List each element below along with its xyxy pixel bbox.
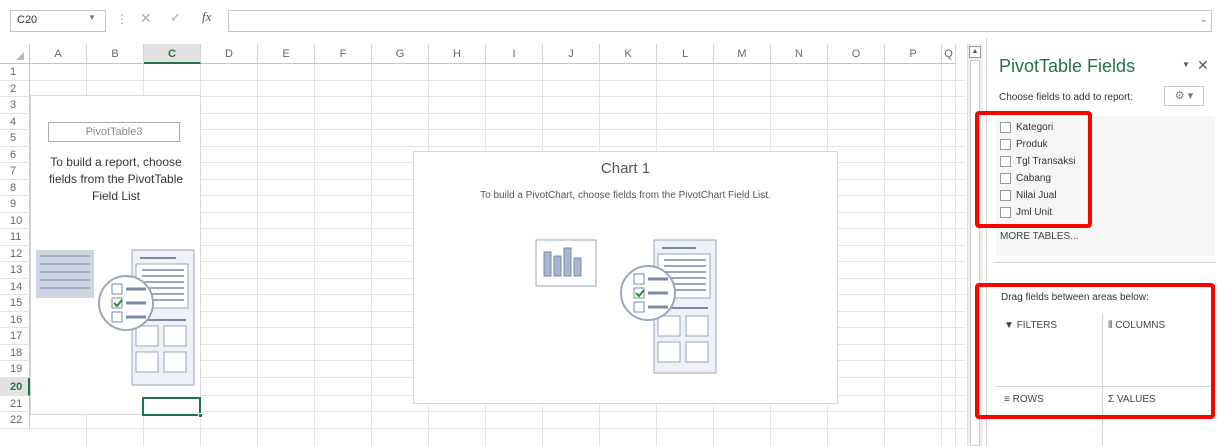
column-header[interactable]: D [201, 44, 258, 64]
select-all-icon [16, 52, 24, 60]
scroll-up-icon[interactable]: ▲ [969, 46, 981, 58]
row-header[interactable]: 8 [0, 179, 30, 196]
gridline-vertical [884, 64, 885, 446]
column-header[interactable]: E [258, 44, 315, 64]
formula-input[interactable] [228, 10, 1212, 32]
chart-title: Chart 1 [600, 160, 651, 177]
highlight-fields-box [975, 111, 1092, 228]
pane-options-icon[interactable]: ▼ [1182, 60, 1190, 69]
row-header[interactable]: 1 [0, 64, 30, 81]
row-header[interactable]: 16 [0, 311, 30, 328]
column-header[interactable]: C [144, 44, 201, 64]
column-header[interactable]: J [543, 44, 600, 64]
column-header[interactable]: F [315, 44, 372, 64]
gridline-horizontal [30, 427, 965, 429]
column-header[interactable]: B [87, 44, 144, 64]
gridline-vertical [371, 64, 372, 446]
row-header[interactable]: 6 [0, 146, 30, 163]
row-header[interactable]: 14 [0, 278, 30, 295]
gridline-vertical [955, 64, 956, 446]
row-header[interactable]: 20 [0, 377, 30, 396]
column-header[interactable]: H [429, 44, 486, 64]
more-tables-link[interactable]: MORE TABLES... [1000, 231, 1079, 242]
column-header[interactable]: P [885, 44, 942, 64]
row-header[interactable]: 11 [0, 229, 30, 246]
expand-formula-icon[interactable]: ⌄ [1200, 14, 1208, 25]
enter-icon[interactable]: ✓ [170, 10, 181, 26]
row-header[interactable]: 18 [0, 344, 30, 361]
pane-subtitle: Choose fields to add to report: [999, 92, 1133, 103]
row-header[interactable]: 15 [0, 295, 30, 312]
pivot-table-name: PivotTable3 [48, 122, 180, 142]
row-header[interactable]: 9 [0, 196, 30, 213]
row-header[interactable]: 4 [0, 113, 30, 130]
insert-function-icon[interactable]: fx [202, 9, 211, 25]
column-header[interactable]: Q [942, 44, 956, 64]
column-header[interactable]: A [30, 44, 87, 64]
column-header[interactable]: L [657, 44, 714, 64]
row-header[interactable]: 12 [0, 245, 30, 262]
select-all-corner[interactable] [0, 44, 30, 64]
more-options-icon: ⋮ [116, 12, 128, 26]
row-header[interactable]: 21 [0, 395, 30, 412]
gridline-vertical [314, 64, 315, 446]
gridline-horizontal [30, 79, 965, 81]
close-icon[interactable]: ✕ [1197, 57, 1209, 74]
row-header[interactable]: 5 [0, 130, 30, 147]
pane-divider[interactable] [994, 262, 1216, 263]
row-header[interactable]: 13 [0, 262, 30, 279]
column-header[interactable]: M [714, 44, 771, 64]
row-header[interactable]: 17 [0, 328, 30, 345]
pivot-illustration-icon [36, 249, 195, 386]
pivot-table-instructions: To build a report, choose fields from th… [48, 155, 184, 203]
column-header[interactable]: K [600, 44, 657, 64]
pane-title: PivotTable Fields [999, 56, 1136, 76]
column-header[interactable]: G [372, 44, 429, 64]
gridline-vertical [941, 64, 942, 446]
chart-instructions: To build a PivotChart, choose fields fro… [480, 190, 771, 201]
row-header[interactable]: 22 [0, 412, 30, 429]
fill-handle[interactable] [198, 413, 203, 418]
highlight-areas-box [975, 283, 1215, 419]
selected-cell[interactable] [142, 397, 201, 416]
chevron-down-icon[interactable]: ▼ [88, 13, 96, 22]
gear-icon[interactable]: ⚙ ▾ [1164, 86, 1204, 106]
row-header[interactable]: 2 [0, 80, 30, 97]
column-header[interactable]: O [828, 44, 885, 64]
row-header[interactable]: 7 [0, 163, 30, 180]
row-header[interactable]: 19 [0, 361, 30, 378]
row-header[interactable]: 3 [0, 97, 30, 114]
pivot-chart-illustration-icon [535, 239, 717, 374]
column-header[interactable]: I [486, 44, 543, 64]
cancel-icon[interactable]: ✕ [140, 10, 152, 27]
column-header[interactable]: N [771, 44, 828, 64]
gridline-vertical [257, 64, 258, 446]
row-header[interactable]: 10 [0, 212, 30, 229]
